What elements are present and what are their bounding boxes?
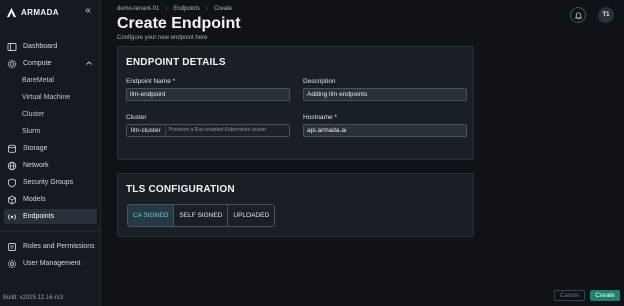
sidebar-item-dashboard[interactable]: Dashboard	[4, 39, 97, 54]
brand-name: ARMADA	[21, 7, 59, 17]
endpoints-icon	[8, 213, 16, 220]
sidebar-item-roles-and-permissions[interactable]: Roles and Permissions	[4, 239, 97, 254]
description-input[interactable]	[303, 88, 467, 101]
cluster-hint: Provision a Ray-enabled Kubernetes clust…	[168, 127, 267, 133]
chevron-right-icon: ›	[165, 6, 168, 12]
tls-configuration-card: TLS CONFIGURATION CA SIGNED SELF SIGNED …	[117, 173, 474, 237]
sidebar-item-label: Cluster	[22, 111, 45, 118]
roles-icon	[8, 242, 16, 251]
armada-logo-icon	[6, 7, 17, 17]
sidebar-item-label: Dashboard	[23, 43, 58, 50]
sidebar-item-label: Storage	[23, 145, 48, 152]
description-label: Description	[303, 78, 336, 85]
sidebar-item-label: Security Groups	[23, 179, 74, 186]
sidebar-item-network[interactable]: Network	[4, 158, 97, 173]
shield-icon	[8, 178, 16, 187]
double-chevron-left-icon: «	[85, 5, 91, 16]
tls-option-self-signed[interactable]: SELF SIGNED	[174, 205, 229, 226]
endpoint-name-label: Endpoint Name *	[126, 78, 176, 85]
endpoint-details-card: ENDPOINT DETAILS Endpoint Name * Descrip…	[117, 46, 474, 160]
cluster-selected-value: llm-cluster	[127, 125, 166, 136]
sidebar-item-label: Network	[23, 162, 49, 169]
sidebar-item-virtual-machine[interactable]: Virtual Machine	[4, 90, 97, 105]
collapse-sidebar-button[interactable]: «	[82, 5, 94, 17]
user-management-icon	[7, 259, 17, 268]
sidebar-item-models[interactable]: Models	[4, 192, 97, 207]
brand-logo[interactable]: ARMADA	[6, 6, 59, 18]
hostname-input[interactable]	[303, 124, 467, 137]
models-icon	[8, 194, 16, 205]
breadcrumb-endpoints[interactable]: Endpoints	[173, 6, 200, 12]
chevron-right-icon: ›	[206, 6, 209, 12]
sidebar-item-endpoints[interactable]: Endpoints	[4, 209, 97, 224]
notifications-button[interactable]	[570, 7, 586, 23]
breadcrumb: demo-tenant-01 › Endpoints › Create	[117, 6, 232, 12]
storage-icon	[8, 144, 16, 153]
endpoint-details-title: ENDPOINT DETAILS	[126, 57, 226, 68]
sidebar-item-label: Models	[23, 196, 46, 203]
compute-icon	[7, 59, 17, 68]
tls-option-uploaded[interactable]: UPLOADED	[228, 205, 274, 226]
sidebar-item-baremetal[interactable]: BareMetal	[4, 73, 97, 88]
cluster-select[interactable]: llm-cluster Provision a Ray-enabled Kube…	[126, 124, 290, 137]
network-icon	[7, 161, 17, 170]
cancel-button[interactable]: Cancel	[554, 290, 585, 301]
hostname-label: Hostname *	[303, 114, 337, 121]
breadcrumb-current: Create	[214, 6, 233, 12]
sidebar-item-label: Virtual Machine	[22, 94, 71, 101]
sidebar-item-label: Slurm	[22, 128, 41, 135]
cluster-label: Cluster	[126, 114, 147, 121]
tls-option-ca-signed[interactable]: CA SIGNED	[128, 205, 175, 226]
sidebar-item-label: BareMetal	[22, 77, 54, 84]
sidebar-item-storage[interactable]: Storage	[4, 141, 97, 156]
sidebar-item-slurm[interactable]: Slurm	[4, 124, 97, 139]
sidebar-item-label: Roles and Permissions	[23, 243, 95, 250]
sidebar-item-compute[interactable]: Compute	[4, 56, 97, 71]
sidebar: ARMADA « Dashboard Compute BareMetal Vir…	[0, 0, 101, 306]
sidebar-nav: Dashboard Compute BareMetal Virtual Mach…	[0, 38, 101, 273]
sidebar-item-label: Endpoints	[23, 213, 55, 220]
create-button[interactable]: Create	[590, 290, 620, 301]
tls-configuration-title: TLS CONFIGURATION	[126, 184, 235, 195]
sidebar-item-user-management[interactable]: User Management	[4, 256, 97, 271]
sidebar-item-security-groups[interactable]: Security Groups	[4, 175, 97, 190]
sidebar-item-label: User Management	[23, 260, 81, 267]
endpoint-name-input[interactable]	[126, 88, 290, 101]
sidebar-divider	[0, 231, 101, 232]
avatar[interactable]: T1	[598, 7, 614, 23]
page-title: Create Endpoint	[117, 15, 241, 32]
tls-option-group: CA SIGNED SELF SIGNED UPLOADED	[127, 204, 276, 227]
chevron-up-icon	[86, 61, 92, 65]
breadcrumb-tenant[interactable]: demo-tenant-01	[117, 6, 159, 12]
sidebar-item-cluster[interactable]: Cluster	[4, 107, 97, 122]
sidebar-item-label: Compute	[23, 60, 52, 67]
bell-icon	[574, 11, 582, 19]
build-version: Build: v2025.12.16-rc3	[3, 295, 64, 301]
page-subtitle: Configure your new endpoint here	[117, 35, 208, 41]
dashboard-icon	[7, 42, 17, 51]
